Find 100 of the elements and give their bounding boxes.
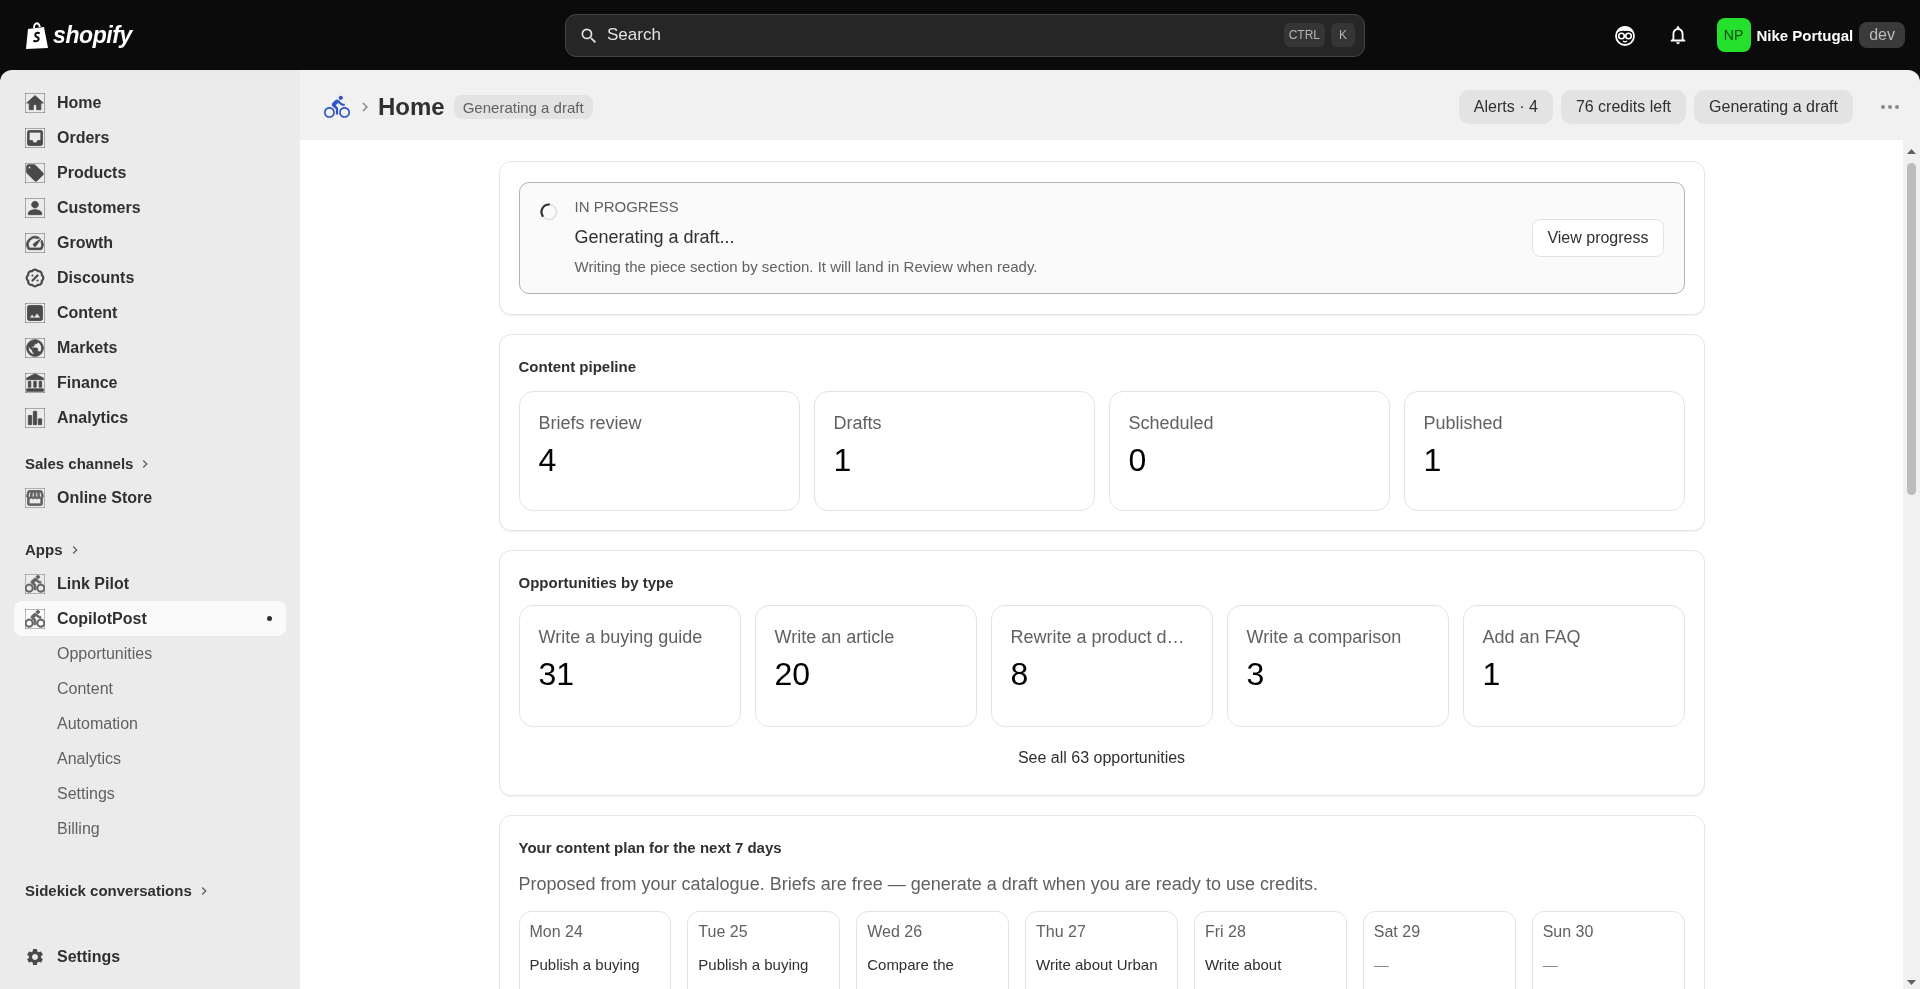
sidebar-item[interactable]: Customers [14,190,286,225]
header-action-button[interactable]: Generating a draft [1694,90,1853,124]
opportunity-count: 8 [1010,655,1029,693]
cyclist-icon [324,94,350,120]
opportunity-label: Rewrite a product d… [1010,626,1185,648]
scrollbar-thumb[interactable] [1907,163,1916,495]
stat-label: Briefs review [538,412,642,434]
stat-tile[interactable]: Drafts 1 [813,391,1095,511]
card-subtitle: Proposed from your catalogue. Briefs are free — generate a draft when you are ready to use credits. [518,873,1319,896]
sidebar-item[interactable]: Settings [14,939,286,974]
opportunity-count: 31 [538,655,575,693]
sidebar-item[interactable]: Link Pilot [14,566,286,601]
card-title: Content pipeline [518,357,637,377]
sidebar-item[interactable]: Products [14,155,286,190]
stat-label: Published [1423,412,1503,434]
image-icon [25,302,45,323]
settings-icon [25,946,45,967]
shortcut-key: K [1331,22,1355,47]
person-icon [25,197,45,218]
sidebar-item[interactable]: Orders [14,120,286,155]
opportunity-label: Write a buying guide [538,626,703,648]
sidebar-item[interactable]: Online Store [14,480,286,515]
inbox-icon [25,127,45,148]
empty-day-dash: — [1542,955,1558,975]
stat-tile[interactable]: Scheduled 0 [1108,391,1390,511]
storefront-icon [25,487,45,508]
page-title: Home [378,93,445,121]
status-tag: Generating a draft [453,95,593,119]
card-title: Your content plan for the next 7 days [518,838,783,858]
day-card[interactable]: Wed 26 Compare the [856,911,1010,989]
opportunity-label: Write a comparison [1246,626,1402,648]
day-card[interactable]: Tue 25 Publish a buying [687,911,841,989]
see-all-link[interactable]: See all 63 opportunities [1005,742,1198,774]
header-action-button[interactable]: 76 credits left [1560,90,1687,124]
sidebar-item[interactable]: Analytics [14,400,286,435]
sidebar-subitem[interactable]: Opportunities [14,636,286,671]
progress-description: Writing the piece section by section. It will land in Review when ready. [574,257,1038,277]
sidebar-subitem[interactable]: Settings [14,776,286,811]
day-card[interactable]: Thu 27 Write about Urban [1025,911,1178,989]
header-action-button[interactable]: Alerts · 4 [1458,90,1553,124]
day-card[interactable]: Sat 29 — [1362,911,1516,989]
opportunity-count: 1 [1482,655,1501,693]
stat-tile[interactable]: Briefs review 4 [518,391,800,511]
day-card[interactable]: Fri 28 Write about [1193,911,1347,989]
day-brief: Write about [1204,955,1282,975]
opportunity-tile[interactable]: Write an article 20 [754,605,977,727]
sidebar-subitem[interactable]: Billing [14,811,286,846]
day-date: Mon 24 [529,922,583,942]
more-icon [1881,105,1899,109]
opportunity-tile[interactable]: Add an FAQ 1 [1462,605,1685,727]
opportunity-tile[interactable]: Write a comparison 3 [1226,605,1449,727]
card-title: Opportunities by type [518,573,675,593]
empty-day-dash: — [1373,955,1389,975]
opportunity-tile[interactable]: Write a buying guide 31 [518,605,741,727]
section-heading[interactable]: Sidekick conversations [14,874,223,907]
home-icon [25,92,45,113]
store-name[interactable]: Nike Portugal [1756,26,1854,44]
section-heading[interactable]: Apps [14,533,94,566]
day-card[interactable]: Mon 24 Publish a buying [518,911,672,989]
logo-text: shopify [53,21,132,49]
day-date: Sun 30 [1542,922,1594,942]
day-brief: Write about Urban [1036,955,1158,975]
sidebar-subitem[interactable]: Content [14,671,286,706]
stat-value: 1 [1423,441,1442,479]
sidebar-item[interactable]: Content [14,295,286,330]
day-brief: Publish a buying [529,955,640,975]
glasses-face-icon[interactable] [1613,24,1636,46]
gauge-icon [25,232,45,253]
day-date: Thu 27 [1036,922,1086,942]
view-progress-button[interactable]: View progress [1532,218,1664,257]
sidebar-item[interactable]: Finance [14,365,286,400]
sidebar-subitem[interactable]: Automation [14,706,286,741]
stat-value: 4 [538,441,557,479]
sidebar-subitem[interactable]: Analytics [14,741,286,776]
opportunity-count: 3 [1246,655,1265,693]
spinner-icon [539,203,558,221]
sidebar-item[interactable]: CopilotPost [14,601,286,636]
tag-icon [25,162,45,183]
stat-tile[interactable]: Published 1 [1403,391,1685,511]
sidebar-item[interactable]: Home [14,85,286,120]
scrollbar[interactable] [1903,140,1920,989]
sidebar-item[interactable]: Growth [14,225,286,260]
section-heading[interactable]: Sales channels [14,447,165,480]
cyclist-icon [25,573,45,594]
bar-chart-icon [25,407,45,428]
scroll-down-icon[interactable] [1907,980,1916,985]
opportunity-count: 20 [774,655,811,693]
day-date: Wed 26 [867,922,923,942]
sidebar-item[interactable]: Discounts [14,260,286,295]
day-card[interactable]: Sun 30 — [1531,911,1685,989]
cyclist-icon [25,608,45,629]
scroll-up-icon[interactable] [1907,149,1916,154]
opportunity-label: Write an article [774,626,895,648]
shopping-bag-icon [25,21,49,49]
opportunity-label: Add an FAQ [1482,626,1581,648]
stat-value: 0 [1128,441,1147,479]
stat-label: Scheduled [1128,412,1214,434]
sidebar-item[interactable]: Markets [14,330,286,365]
opportunity-tile[interactable]: Rewrite a product d… 8 [990,605,1213,727]
store-avatar[interactable]: NP [1716,18,1751,52]
